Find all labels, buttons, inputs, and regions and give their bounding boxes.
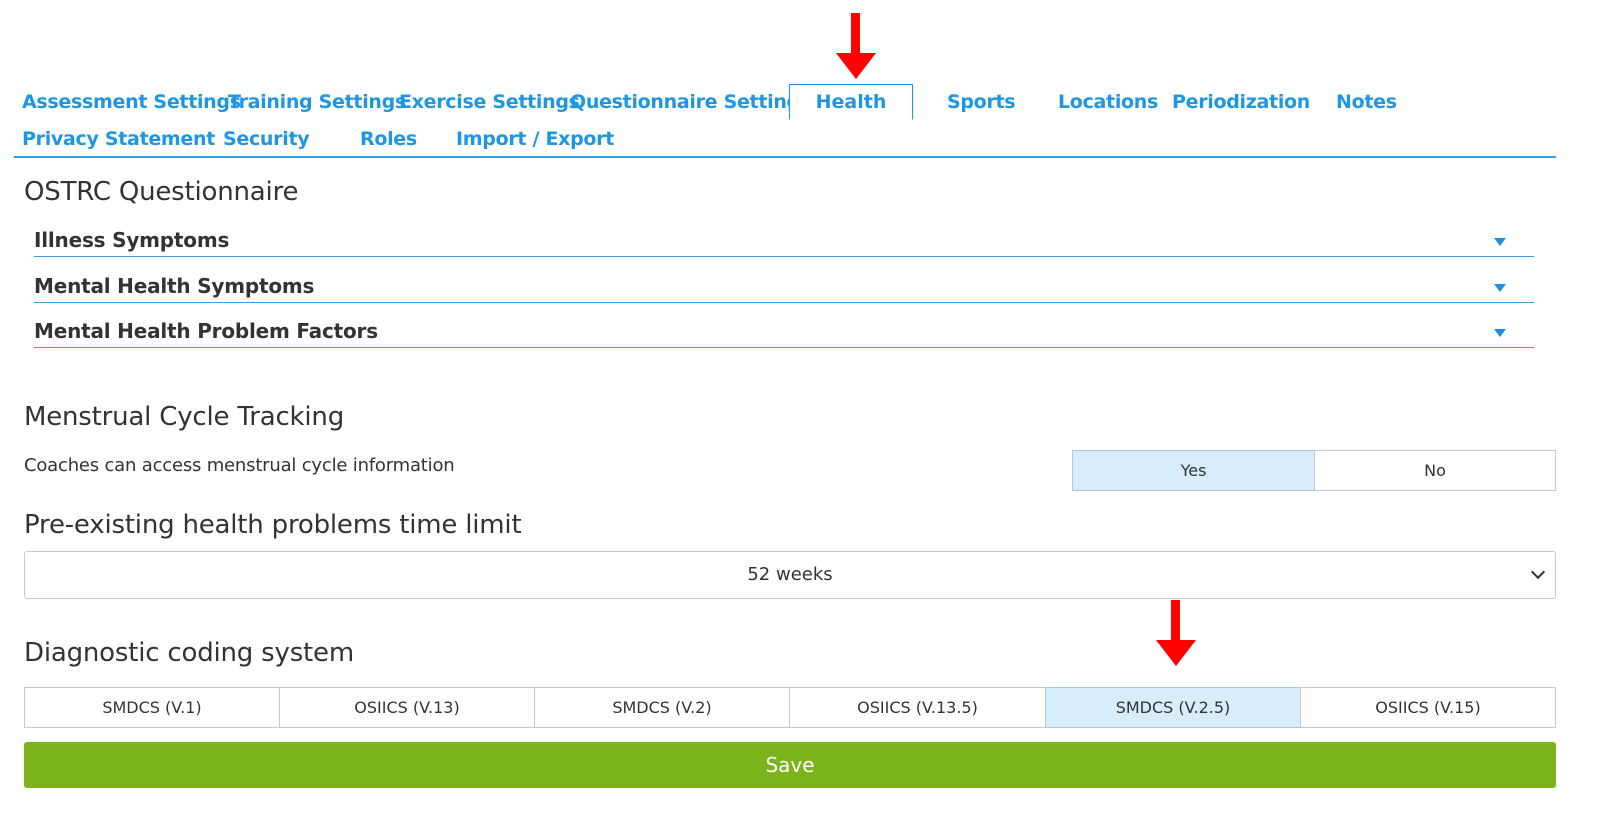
tab-notes[interactable]: Notes [1336,91,1397,113]
accordion-label: Illness Symptoms [34,228,230,252]
red-arrow-health-tab [836,13,876,79]
menstrual-title: Menstrual Cycle Tracking [24,402,344,432]
caret-down-icon [1494,284,1506,292]
tab-roles[interactable]: Roles [360,128,417,150]
tab-questionnaire-settings[interactable]: Questionnaire Settings [570,91,811,113]
time-limit-select[interactable]: 52 weeks [24,551,1556,599]
accordion-illness-symptoms[interactable]: Illness Symptoms [34,228,1534,257]
menstrual-yes-button[interactable]: Yes [1072,450,1315,491]
option-osiics-v15[interactable]: OSIICS (V.15) [1300,687,1556,728]
tab-security[interactable]: Security [223,128,310,150]
tab-assessment-settings[interactable]: Assessment Settings [22,91,241,113]
menstrual-description: Coaches can access menstrual cycle infor… [24,455,455,476]
preexisting-title: Pre-existing health problems time limit [24,510,522,540]
option-smdcs-v2-5[interactable]: SMDCS (V.2.5) [1045,687,1301,728]
option-smdcs-v1[interactable]: SMDCS (V.1) [24,687,280,728]
option-osiics-v13-5[interactable]: OSIICS (V.13.5) [789,687,1046,728]
tab-health[interactable]: Health [789,84,913,120]
option-smdcs-v2[interactable]: SMDCS (V.2) [534,687,790,728]
tab-periodization[interactable]: Periodization [1172,91,1310,113]
tab-privacy-statement[interactable]: Privacy Statement [22,128,215,150]
tab-sports[interactable]: Sports [947,91,1016,113]
red-arrow-smdcs-v25 [1156,600,1196,666]
caret-down-icon [1494,238,1506,246]
accordion-mental-health-problem-factors[interactable]: Mental Health Problem Factors [34,319,1534,348]
diagnostic-title: Diagnostic coding system [24,638,354,668]
caret-down-icon [1494,329,1506,337]
accordion-label: Mental Health Symptoms [34,274,315,298]
menstrual-no-button[interactable]: No [1314,450,1556,491]
tab-training-settings[interactable]: Training Settings [228,91,406,113]
tab-locations[interactable]: Locations [1058,91,1158,113]
tab-exercise-settings[interactable]: Exercise Settings [399,91,580,113]
tabs-divider [14,156,1556,158]
tab-import-export[interactable]: Import / Export [456,128,614,150]
accordion-label: Mental Health Problem Factors [34,319,378,343]
ostrc-title: OSTRC Questionnaire [24,177,299,207]
accordion-mental-health-symptoms[interactable]: Mental Health Symptoms [34,274,1534,303]
save-button[interactable]: Save [24,742,1556,788]
option-osiics-v13[interactable]: OSIICS (V.13) [279,687,535,728]
time-limit-value: 52 weeks [747,564,833,585]
